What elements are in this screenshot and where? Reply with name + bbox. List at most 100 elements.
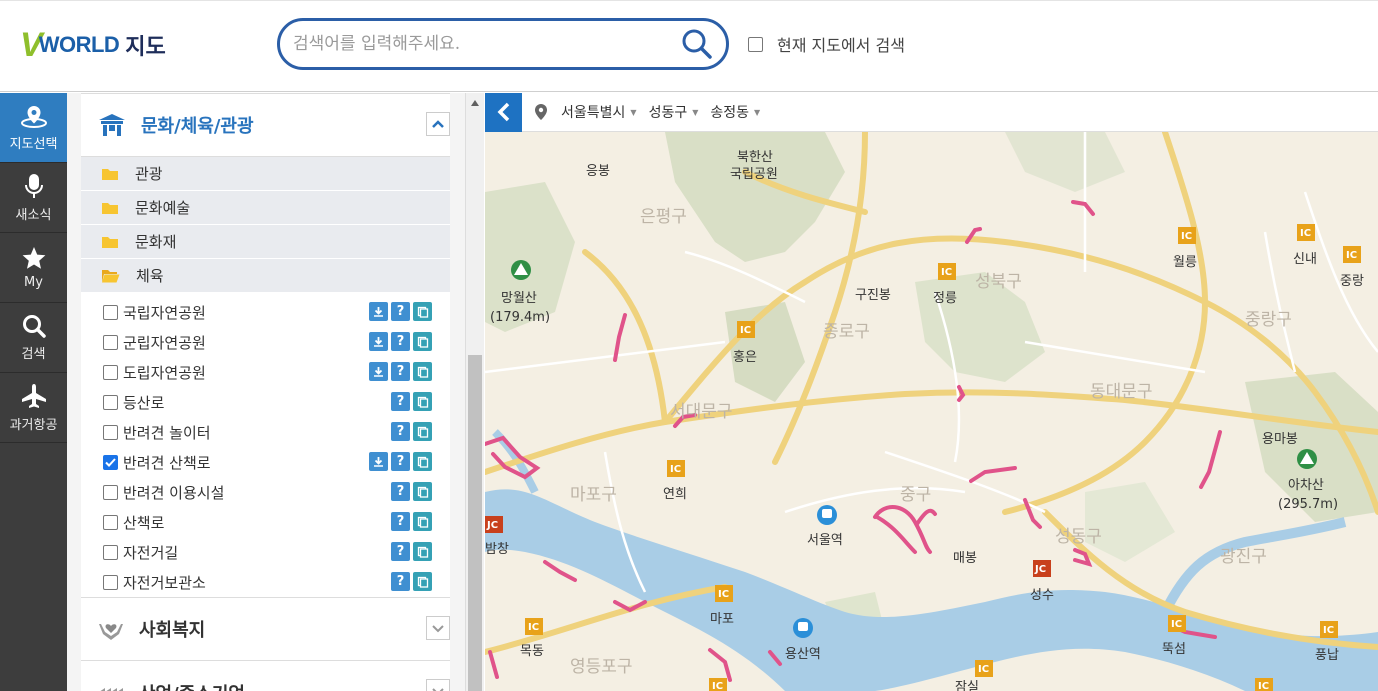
download-button[interactable] <box>369 302 388 321</box>
region-city-select[interactable]: 서울특별시 ▼ <box>561 102 637 122</box>
layer-label[interactable]: 자전거보관소 <box>123 572 206 593</box>
layer-row[interactable]: 국립자연공원? <box>81 297 450 327</box>
nav-search-label: 검색 <box>21 347 46 362</box>
help-button[interactable]: ? <box>391 512 410 531</box>
category-culture-sports-title: 문화/체육/관광 <box>141 116 254 137</box>
help-glyph: ? <box>396 394 405 409</box>
layer-label[interactable]: 도립자연공원 <box>123 362 206 383</box>
help-button[interactable]: ? <box>391 542 410 561</box>
metadata-button[interactable] <box>413 512 432 531</box>
metadata-button[interactable] <box>413 422 432 441</box>
scrollbar-thumb[interactable] <box>468 355 482 691</box>
layer-label[interactable]: 국립자연공원 <box>123 302 206 323</box>
search-input[interactable] <box>293 34 674 54</box>
help-button[interactable]: ? <box>391 452 410 471</box>
layer-label[interactable]: 반려견 산책로 <box>123 452 211 473</box>
layer-checkbox[interactable] <box>103 424 118 440</box>
layer-checkbox[interactable] <box>103 304 118 320</box>
metadata-button[interactable] <box>413 362 432 381</box>
download-button[interactable] <box>369 452 388 471</box>
help-button[interactable]: ? <box>391 392 410 411</box>
map-view[interactable]: 서울특별시 ▼ 성동구 ▼ 송정동 ▼ 은평구 성북구 중랑구 종로구 서대문구… <box>485 93 1378 691</box>
region-district-select[interactable]: 성동구 ▼ <box>649 102 699 122</box>
layer-row[interactable]: 자전거보관소? <box>81 567 450 597</box>
help-button[interactable]: ? <box>391 422 410 441</box>
subway-icon <box>793 618 813 638</box>
metadata-button[interactable] <box>413 302 432 321</box>
expand-welfare-button[interactable] <box>426 616 450 640</box>
metadata-button[interactable] <box>413 332 432 351</box>
layer-row[interactable]: 군립자연공원? <box>81 327 450 357</box>
category-social-welfare[interactable]: 사회복지 <box>81 597 450 661</box>
collapse-panel-button[interactable] <box>485 93 522 132</box>
district-label-jung: 중구 <box>900 485 931 505</box>
layer-label[interactable]: 자전거길 <box>123 542 178 563</box>
category-culture-sports[interactable]: 문화/체육/관광 <box>81 93 450 157</box>
metadata-button[interactable] <box>413 452 432 471</box>
place-label-sinnae: 신내 <box>1293 252 1317 267</box>
layer-checkbox[interactable] <box>103 544 118 560</box>
expand-industry-button[interactable] <box>426 679 450 691</box>
folder-culture-arts[interactable]: 문화예술 <box>81 191 450 225</box>
download-button[interactable] <box>369 332 388 351</box>
layer-row[interactable]: 도립자연공원? <box>81 357 450 387</box>
metadata-button[interactable] <box>413 572 432 591</box>
help-button[interactable]: ? <box>391 482 410 501</box>
document-icon <box>417 366 428 378</box>
layer-label[interactable]: 반려견 놀이터 <box>123 422 211 443</box>
region-dong-select[interactable]: 송정동 ▼ <box>710 102 760 122</box>
metadata-button[interactable] <box>413 392 432 411</box>
place-label-mapo: 마포 <box>710 612 734 627</box>
layer-checkbox[interactable] <box>103 514 118 530</box>
help-glyph: ? <box>396 514 405 529</box>
map-area-search-checkbox[interactable] <box>748 36 763 52</box>
place-label-achasan: 아차산 <box>1288 478 1324 493</box>
nav-past-aerial[interactable]: 과거항공 <box>0 373 67 443</box>
nav-map-select-label: 지도선택 <box>9 137 58 152</box>
folder-heritage[interactable]: 문화재 <box>81 225 450 259</box>
layer-label[interactable]: 산책로 <box>123 512 164 533</box>
layer-row[interactable]: 자전거길? <box>81 537 450 567</box>
search-button[interactable] <box>674 21 720 67</box>
folder-sports[interactable]: 체육 <box>81 259 450 293</box>
district-label-jungnang: 중랑구 <box>1245 310 1292 330</box>
chevron-down-icon: ▼ <box>630 107 637 117</box>
layer-checkbox[interactable] <box>103 394 118 410</box>
nav-search[interactable]: 검색 <box>0 303 67 373</box>
layer-row[interactable]: 산책로? <box>81 507 450 537</box>
help-button[interactable]: ? <box>391 362 410 381</box>
metadata-button[interactable] <box>413 542 432 561</box>
layer-row[interactable]: 반려견 이용시설? <box>81 477 450 507</box>
nav-my[interactable]: My <box>0 233 67 303</box>
document-icon <box>417 336 428 348</box>
layer-label[interactable]: 등산로 <box>123 392 164 413</box>
layer-label[interactable]: 군립자연공원 <box>123 332 206 353</box>
category-social-welfare-title: 사회복지 <box>139 620 206 641</box>
layer-checkbox[interactable] <box>103 574 118 590</box>
help-button[interactable]: ? <box>391 302 410 321</box>
layer-row[interactable]: 등산로? <box>81 387 450 417</box>
collapse-category-button[interactable] <box>426 112 450 136</box>
layer-checkbox[interactable] <box>103 364 118 380</box>
map-canvas[interactable]: 은평구 성북구 중랑구 종로구 서대문구 동대문구 마포구 중구 성동구 광진구… <box>485 132 1378 691</box>
place-label-seoul-station: 서울역 <box>807 533 843 548</box>
ic-marker: IC <box>1343 246 1361 263</box>
layer-row[interactable]: 반려견 산책로? <box>81 447 450 477</box>
layer-checkbox[interactable] <box>103 484 118 500</box>
map-area-search-toggle[interactable]: 현재 지도에서 검색 <box>748 32 905 56</box>
help-button[interactable]: ? <box>391 572 410 591</box>
vworld-logo[interactable]: V WORLD 지도 <box>20 26 166 64</box>
help-button[interactable]: ? <box>391 332 410 351</box>
layer-checkbox[interactable] <box>103 454 118 470</box>
category-industry[interactable]: 산업/중소기업 <box>81 661 450 691</box>
layer-label[interactable]: 반려견 이용시설 <box>123 482 224 503</box>
nav-news[interactable]: 새소식 <box>0 163 67 233</box>
metadata-button[interactable] <box>413 482 432 501</box>
layer-checkbox[interactable] <box>103 334 118 350</box>
folder-tourism[interactable]: 관광 <box>81 157 450 191</box>
scroll-up-arrow[interactable] <box>466 93 484 113</box>
nav-map-select[interactable]: 지도선택 <box>0 93 67 163</box>
layer-row[interactable]: 반려견 놀이터? <box>81 417 450 447</box>
panel-scrollbar[interactable] <box>465 93 484 691</box>
download-button[interactable] <box>369 362 388 381</box>
